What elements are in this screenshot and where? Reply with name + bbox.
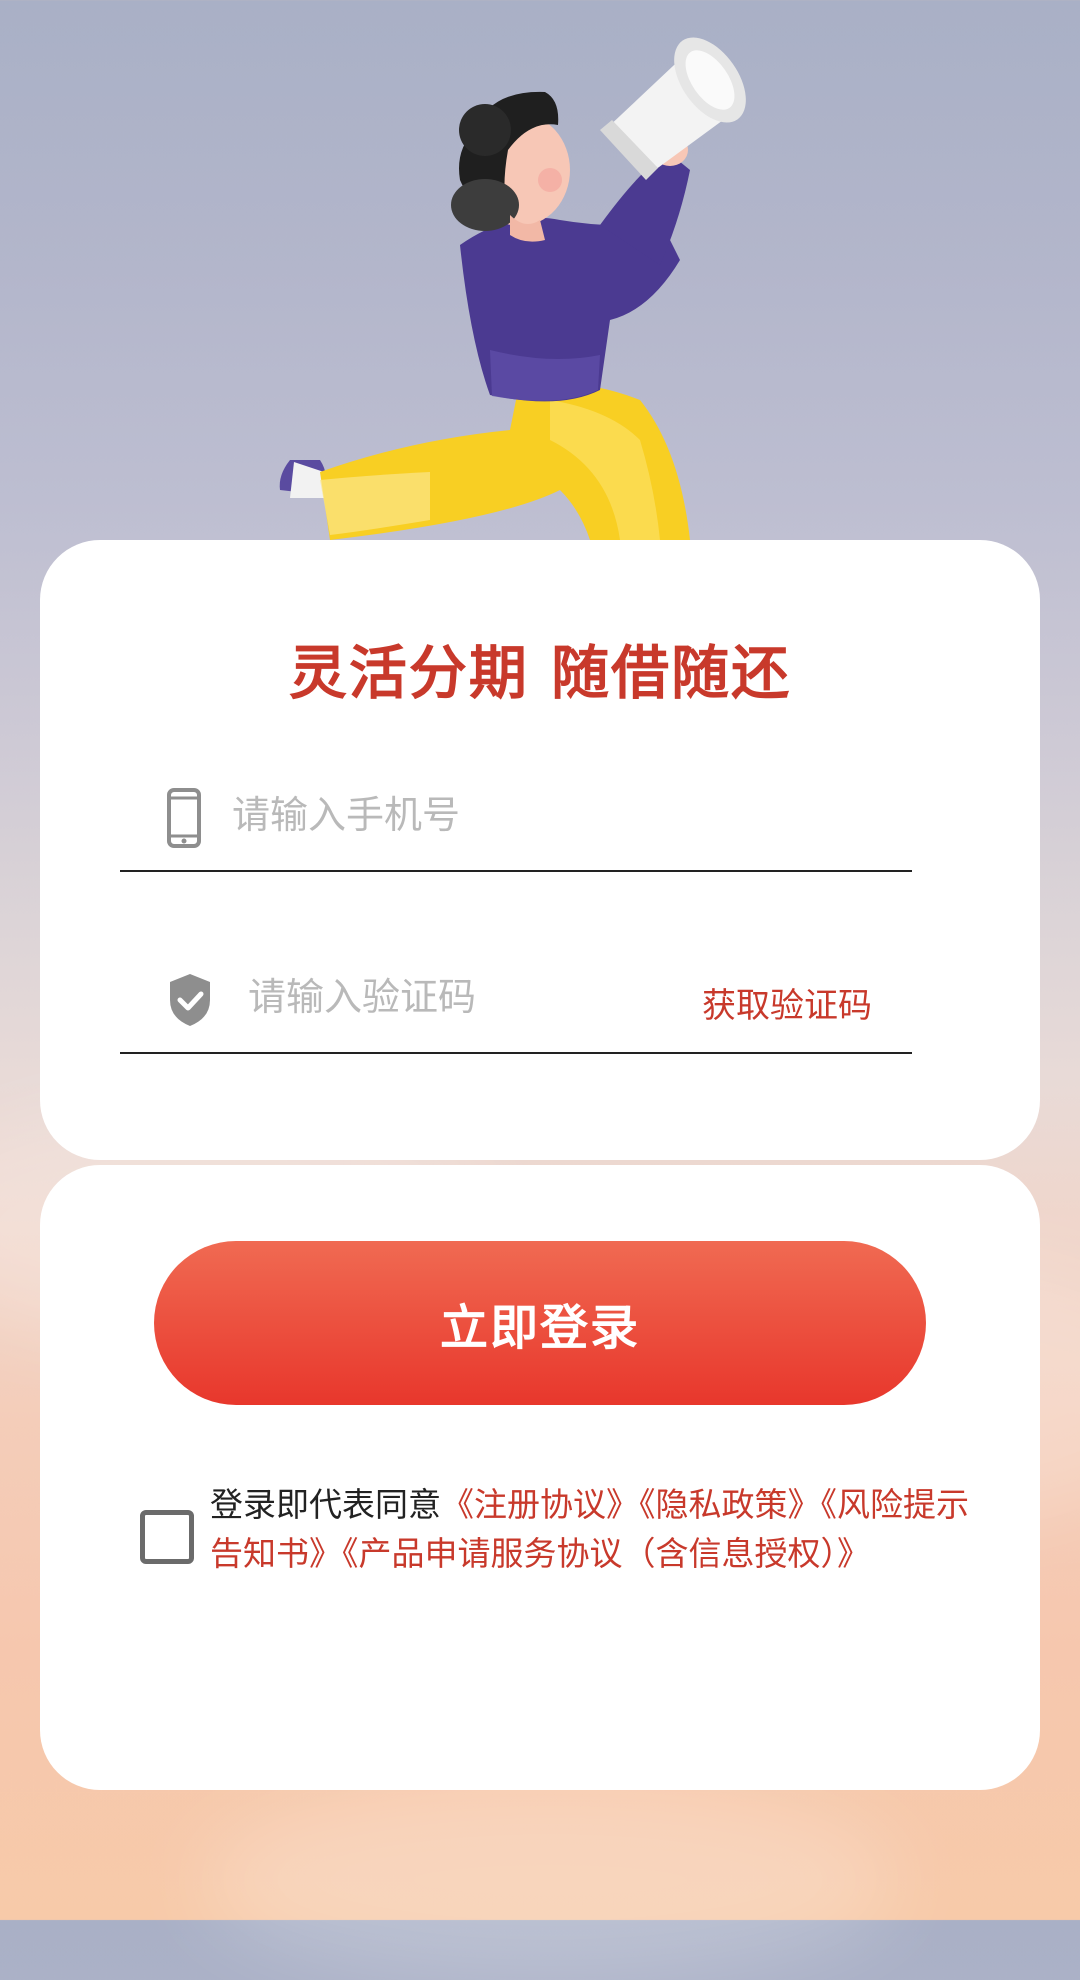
registration-agreement-link[interactable]: 《注册协议》 bbox=[441, 1485, 639, 1524]
login-button[interactable]: 立即登录 bbox=[154, 1241, 926, 1405]
login-form-card: 灵活分期 随借随还 获取验证码 bbox=[40, 540, 1040, 1160]
phone-input[interactable] bbox=[230, 784, 654, 846]
page-headline: 灵活分期 随借随还 bbox=[288, 639, 792, 707]
get-code-button[interactable]: 获取验证码 bbox=[702, 978, 872, 1027]
login-actions-card: 立即登录 登录即代表同意《注册协议》《隐私政策》《风险提示告知书》《产品申请服务… bbox=[40, 1165, 1040, 1790]
shield-check-icon bbox=[170, 974, 210, 1026]
privacy-policy-link[interactable]: 《隐私政策》 bbox=[639, 1485, 821, 1524]
phone-icon bbox=[167, 788, 201, 848]
megaphone-woman-illustration bbox=[279, 37, 746, 540]
service-agreement-link[interactable]: 《产品申请服务协议（含信息授权）》 bbox=[342, 1534, 870, 1573]
verification-code-input[interactable] bbox=[246, 966, 630, 1028]
phone-field[interactable] bbox=[120, 760, 912, 872]
agreement-prefix: 登录即代表同意 bbox=[210, 1485, 441, 1524]
agreement-text: 登录即代表同意《注册协议》《隐私政策》《风险提示告知书》《产品申请服务协议（含信… bbox=[210, 1480, 980, 1578]
verification-code-field[interactable]: 获取验证码 bbox=[120, 942, 912, 1054]
agreement-checkbox[interactable] bbox=[140, 1510, 194, 1564]
